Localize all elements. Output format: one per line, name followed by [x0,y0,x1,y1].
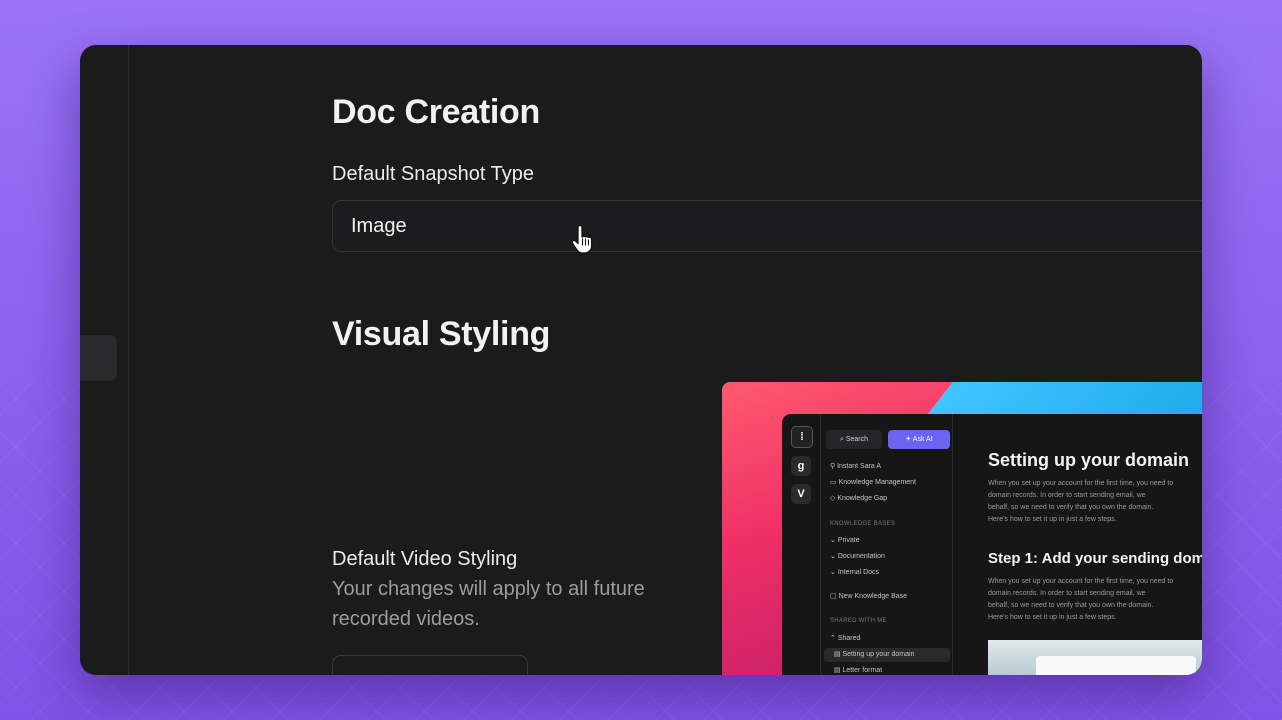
preview-search-tab: ⌕ Search [826,430,882,449]
sidebar-divider [128,45,129,675]
preview-document: Setting up your domain When you set up y… [967,414,1202,675]
preview-kb-item-1: ⌄ Private [830,537,860,544]
snapshot-type-value: Image [351,215,407,237]
preview-kb-item-2: ⌄ Documentation [830,553,885,560]
preview-new-kb: ▢ New Knowledge Base [830,593,908,600]
preview-nav-item-2: ▭ Knowledge Management [830,479,917,486]
settings-window: Doc Creation Default Snapshot Type Image… [80,45,1202,675]
preview-doc-para2-line2: domain records. In order to start sendin… [988,590,1146,597]
preview-doc-para1-line3: behalf, so we need to verify that you ow… [988,504,1154,511]
preview-doc-para1-line1: When you set up your account for the fir… [988,480,1174,487]
preview-doc-image-card [1036,656,1196,675]
preview-app-icon-1: g [791,456,811,476]
sidebar-active-item[interactable] [80,335,117,381]
doc-creation-heading: Doc Creation [332,93,540,131]
preview-doc-para2-line4: Here's how to set it up in just a few st… [988,614,1117,621]
preview-doc-para2-line1: When you set up your account for the fir… [988,578,1174,585]
snapshot-type-select[interactable]: Image [332,200,1202,252]
video-styling-description: Your changes will apply to all future re… [332,578,645,630]
preview-nav-item-3: ◇ Knowledge Gap [830,495,888,502]
preview-doc-image [988,640,1202,675]
preview-doc-para1-line4: Here's how to set it up in just a few st… [988,516,1117,523]
preview-shared-item-2: ▤ Setting up your domain [830,651,915,658]
preview-doc-step1: Step 1: Add your sending domain [988,550,1202,567]
preview-ask-ai-tab: ✦ Ask AI [888,430,950,449]
preview-app-window: ⁞ g V ⌕ Search ✦ Ask AI ⚲ Instant Sara A… [782,414,1202,675]
preview-nav-item-1: ⚲ Instant Sara A [830,463,882,470]
video-styling-label: Default Video Styling [332,548,518,570]
preview-shared-item-3: ▤ Letter format [830,667,883,674]
visual-styling-heading: Visual Styling [332,315,551,353]
preview-kb-header: KNOWLEDGE BASES [830,521,896,527]
preview-shared-header: SHARED WITH ME [830,618,887,624]
video-style-preview: ⁞ g V ⌕ Search ✦ Ask AI ⚲ Instant Sara A… [722,382,1202,675]
preview-app-icon-2: V [791,484,811,504]
preview-doc-title: Setting up your domain [988,450,1189,470]
preview-shared-item-1: ⌃ Shared [830,635,861,642]
preview-app-rail: ⁞ g V [782,414,821,675]
preview-nav: ⌕ Search ✦ Ask AI ⚲ Instant Sara A ▭ Kno… [820,414,953,675]
preview-doc-para1-line2: domain records. In order to start sendin… [988,492,1146,499]
preview-doc-para2-line3: behalf, so we need to verify that you ow… [988,602,1154,609]
change-style-button[interactable]: Change Style [332,655,528,675]
preview-logo-icon: ⁞ [791,426,813,448]
preview-kb-item-3: ⌄ Internal Docs [830,569,880,576]
snapshot-type-label: Default Snapshot Type [332,163,534,185]
hand-cursor-icon [571,225,593,254]
